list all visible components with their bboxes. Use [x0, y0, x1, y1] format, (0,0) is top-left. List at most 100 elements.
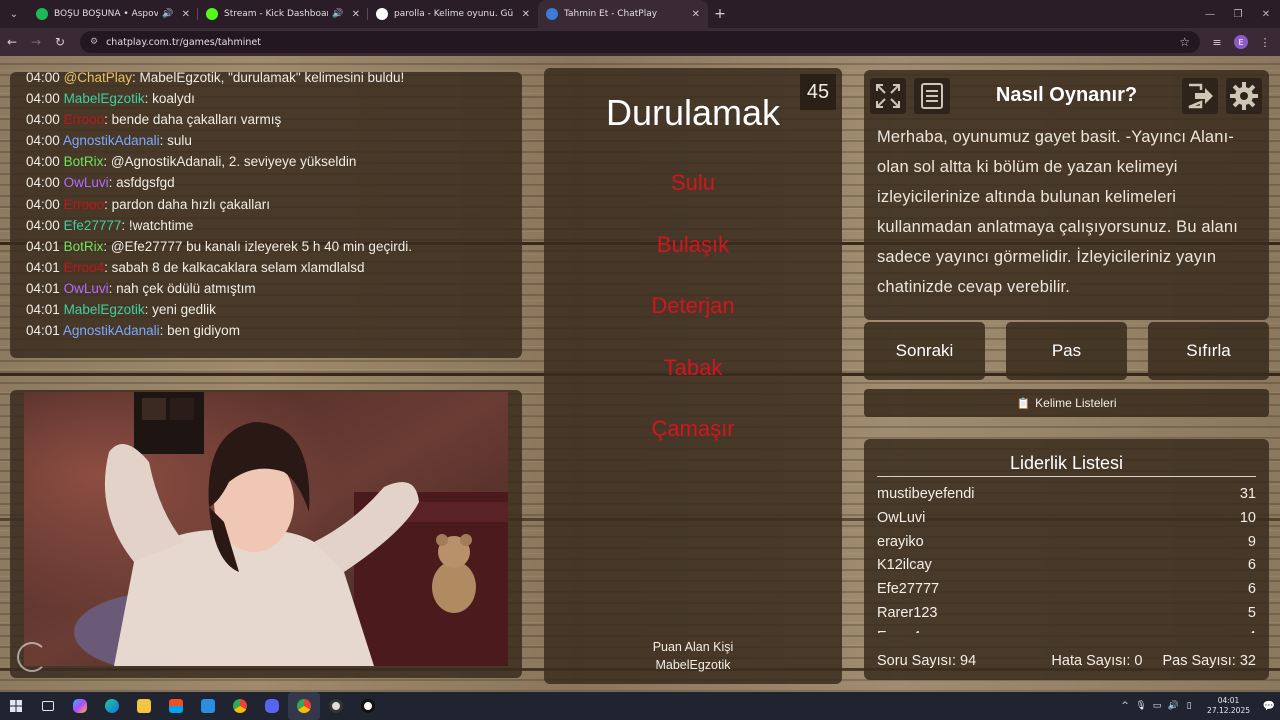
browser-tab[interactable]: Tahmin Et - ChatPlay ✕: [538, 0, 708, 28]
chat-time: 04:00: [26, 154, 60, 170]
tab-favicon-icon: [376, 8, 388, 20]
exit-icon[interactable]: [1182, 78, 1218, 114]
copilot-icon[interactable]: [64, 692, 96, 720]
tab-close-icon[interactable]: ✕: [182, 9, 190, 20]
chat-username[interactable]: MabelEgzotik: [64, 302, 145, 317]
toolbar-right: ≡ E ⋮: [1208, 35, 1274, 49]
tab-audio-icon[interactable]: 🔊: [162, 9, 173, 19]
clock-time: 04:01: [1217, 696, 1240, 705]
back-arrow-icon[interactable]: ←: [0, 30, 24, 54]
minimize-icon[interactable]: —: [1196, 0, 1224, 28]
chat-username[interactable]: AgnostikAdanali: [63, 323, 160, 338]
windows-logo: [10, 700, 22, 712]
chat-message: 04:00 BotRix: @AgnostikAdanali, 2. seviy…: [26, 151, 508, 172]
browser-tab[interactable]: parolla - Kelime oyunu. Günlük ✕: [368, 0, 538, 28]
leaderboard-list[interactable]: mustibeyefendi 31 OwLuvi 10 erayiko 9 K12ilcay…: [877, 483, 1256, 633]
tray-overflow-icon[interactable]: ^: [1117, 701, 1133, 711]
chat-panel: 04:00 @ChatPlay: MabelEgzotik, "durulama…: [10, 72, 522, 358]
scorer-info: Puan Alan Kişi MabelEgzotik: [544, 638, 842, 674]
error-count: Hata Sayısı: 0: [1051, 653, 1143, 669]
tab-search-chevron-icon[interactable]: ⌄: [0, 0, 28, 28]
forward-arrow-icon[interactable]: →: [24, 30, 48, 54]
leaderboard-row: Erroo4 4: [877, 626, 1256, 633]
chat-username[interactable]: BotRix: [64, 154, 104, 169]
chat-username[interactable]: Erroo4: [64, 260, 105, 275]
leaderboard-score: 31: [1239, 486, 1256, 502]
media-control-icon[interactable]: ≡: [1208, 36, 1226, 49]
close-window-icon[interactable]: ✕: [1252, 0, 1280, 28]
obs-icon[interactable]: [320, 692, 352, 720]
chat-username[interactable]: @ChatPlay: [64, 72, 132, 85]
leaderboard-name: erayiko: [877, 533, 924, 550]
tab-close-icon[interactable]: ✕: [692, 9, 700, 20]
word-lists-button[interactable]: 📋 Kelime Listeleri: [864, 389, 1269, 417]
profile-avatar[interactable]: E: [1234, 35, 1248, 49]
chrome-active-icon[interactable]: [288, 692, 320, 720]
task-view-glyph: [42, 701, 54, 711]
leaderboard-title: Liderlik Listesi: [1009, 453, 1124, 473]
chat-username[interactable]: OwLuvi: [64, 175, 109, 190]
windows-taskbar: ^ 🎙 ▭ 🔊 ▯ 04:01 27.12.2025 💬: [0, 692, 1280, 720]
chat-username[interactable]: BotRix: [64, 239, 104, 254]
store-icon[interactable]: [160, 692, 192, 720]
chat-username[interactable]: Errooo: [64, 112, 105, 127]
restore-icon[interactable]: ❐: [1224, 0, 1252, 28]
reset-button[interactable]: Sıfırla: [1148, 322, 1269, 380]
streamlabs-icon[interactable]: [352, 692, 384, 720]
tab-audio-icon[interactable]: 🔊: [332, 9, 343, 19]
clock-date: 27.12.2025: [1207, 706, 1250, 715]
battery-icon[interactable]: ▯: [1181, 701, 1197, 711]
tab-favicon-icon: [36, 8, 48, 20]
streamlabs-glyph: [361, 699, 375, 713]
chat-message: 04:01 AgnostikAdanali: ben gidiyom: [26, 320, 508, 341]
taboo-word: Çamaşır: [651, 416, 735, 441]
discord-icon[interactable]: [256, 692, 288, 720]
taboo-word: Deterjan: [651, 293, 735, 318]
site-info-icon[interactable]: ⚙: [90, 37, 98, 47]
tab-close-icon[interactable]: ✕: [352, 9, 360, 20]
file-explorer-icon[interactable]: [128, 692, 160, 720]
leaderboard-name: Erroo4: [877, 626, 921, 633]
new-tab-button[interactable]: +: [708, 6, 732, 22]
chat-time: 04:00: [26, 112, 60, 128]
chat-username[interactable]: Errooo: [64, 197, 105, 212]
volume-icon[interactable]: 🔊: [1165, 701, 1181, 711]
next-button[interactable]: Sonraki: [864, 322, 985, 380]
chrome-icon[interactable]: [224, 692, 256, 720]
browser-tab[interactable]: Stream - Kick Dashboard 🔊 ✕: [198, 0, 368, 28]
tab-close-icon[interactable]: ✕: [522, 9, 530, 20]
photos-icon[interactable]: [192, 692, 224, 720]
pass-button[interactable]: Pas: [1006, 322, 1127, 380]
taboo-word: Sulu: [670, 170, 716, 195]
reload-icon[interactable]: ↻: [48, 30, 72, 54]
how-to-play-text: Merhaba, oyunumuz gayet basit. -Yayıncı …: [877, 128, 1238, 296]
loading-spinner-icon: [17, 642, 47, 672]
chat-text: : nah çek ödülü atmıştım: [108, 280, 256, 296]
notification-icon[interactable]: 💬: [1258, 701, 1280, 712]
chat-text: : MabelEgzotik, "durulamak" kelimesini b…: [132, 72, 405, 85]
chat-time: 04:00: [26, 72, 60, 85]
chat-time: 04:01: [26, 280, 60, 296]
network-icon[interactable]: ▭: [1149, 701, 1165, 711]
microphone-icon[interactable]: 🎙: [1133, 701, 1149, 711]
start-windows-icon[interactable]: [0, 692, 32, 720]
taskbar-clock[interactable]: 04:01 27.12.2025: [1207, 696, 1250, 716]
bookmark-star-icon[interactable]: ☆: [1179, 35, 1190, 49]
chat-username[interactable]: OwLuvi: [64, 281, 109, 296]
chat-username[interactable]: AgnostikAdanali: [63, 133, 160, 148]
leaderboard-score: 4: [1248, 626, 1256, 633]
browser-menu-icon[interactable]: ⋮: [1256, 36, 1274, 49]
chat-username[interactable]: MabelEgzotik: [64, 91, 145, 106]
chat-message: 04:00 Efe27777: !watchtime: [26, 215, 508, 236]
browser-tab[interactable]: BOŞU BOŞUNA • Aspova 🔊 ✕: [28, 0, 198, 28]
tab-title: BOŞU BOŞUNA • Aspova: [54, 9, 159, 19]
leaderboard-panel: Liderlik Listesi mustibeyefendi 31 OwLuvi 1…: [864, 439, 1269, 680]
question-count: Soru Sayısı: 94: [877, 653, 977, 669]
task-view-icon[interactable]: [32, 692, 64, 720]
chat-username[interactable]: Efe27777: [64, 218, 122, 233]
chat-text: : bende daha çakalları varmış: [104, 112, 282, 128]
gear-icon[interactable]: [1226, 78, 1262, 114]
chat-text: : koalydı: [144, 91, 195, 107]
edge-icon[interactable]: [96, 692, 128, 720]
address-bar[interactable]: ⚙ chatplay.com.tr/games/tahminet ☆: [80, 31, 1200, 53]
